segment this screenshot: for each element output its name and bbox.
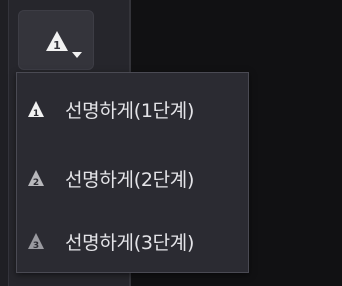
svg-text:2: 2 bbox=[33, 178, 39, 187]
menu-item-label: 선명하게(1단계) bbox=[65, 99, 195, 122]
menu-item-sharpen-level-1[interactable]: 1 선명하게(1단계) bbox=[17, 79, 248, 139]
caret-down-icon[interactable] bbox=[71, 51, 83, 59]
app-window: 1 1 선명하게(1단계) 2 선명하게(2단계) 3 선명하게(3단계) bbox=[0, 0, 342, 286]
sharpen-tool-button[interactable]: 1 bbox=[18, 10, 94, 70]
svg-text:1: 1 bbox=[53, 39, 61, 52]
sharpen-level-2-icon: 2 bbox=[28, 170, 44, 187]
panel-edge bbox=[0, 0, 9, 286]
menu-item-sharpen-level-3[interactable]: 3 선명하게(3단계) bbox=[17, 211, 248, 271]
svg-text:3: 3 bbox=[33, 241, 39, 250]
menu-item-sharpen-level-2[interactable]: 2 선명하게(2단계) bbox=[17, 148, 248, 208]
svg-text:1: 1 bbox=[33, 109, 39, 118]
menu-item-label: 선명하게(3단계) bbox=[65, 231, 195, 254]
sharpen-triangle-icon: 1 bbox=[46, 31, 68, 52]
sharpen-level-3-icon: 3 bbox=[28, 233, 44, 250]
menu-item-label: 선명하게(2단계) bbox=[65, 168, 195, 191]
sharpen-dropdown-menu: 1 선명하게(1단계) 2 선명하게(2단계) 3 선명하게(3단계) bbox=[16, 72, 249, 273]
sharpen-level-1-icon: 1 bbox=[28, 101, 44, 118]
